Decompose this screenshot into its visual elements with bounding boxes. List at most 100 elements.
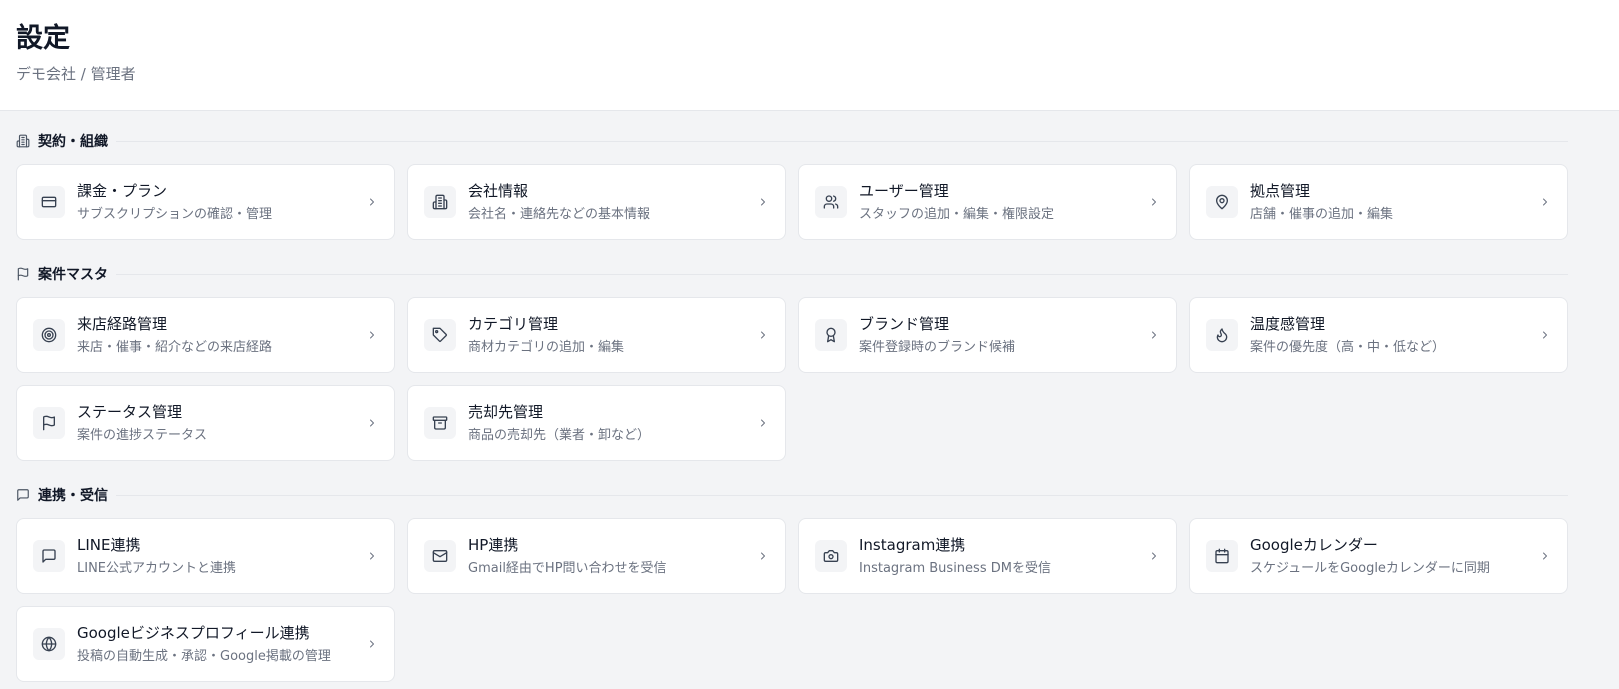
chevron-right-icon xyxy=(366,638,378,650)
message-icon xyxy=(16,488,30,502)
card-title: LINE連携 xyxy=(77,535,141,554)
card-text: Instagram連携 Instagram Business DMを受信 xyxy=(859,535,1148,578)
card-description: 案件の進捗ステータス xyxy=(77,427,208,443)
section-header: 契約・組織 xyxy=(16,131,1568,151)
flag-icon xyxy=(33,407,65,439)
settings-card[interactable]: Googleビジネスプロフィール連携投稿の自動生成・承認・Google掲載の管理 xyxy=(16,606,395,682)
credit-card-icon xyxy=(33,186,65,218)
chevron-right-icon xyxy=(757,196,769,208)
calendar-icon xyxy=(1206,540,1238,572)
map-pin-icon xyxy=(1206,186,1238,218)
page-subtitle: デモ会社 / 管理者 xyxy=(16,65,136,83)
settings-section: 連携・受信 LINE連携 LINE公式アカウントと連携 HP連携 Gmail経由でHP問… xyxy=(16,485,1568,682)
settings-card[interactable]: 売却先管理商品の売却先（業者・卸など） xyxy=(407,385,786,461)
card-description: 商材カテゴリの追加・編集 xyxy=(468,339,625,355)
card-description: 案件登録時のブランド候補 xyxy=(859,339,1016,355)
building-icon xyxy=(16,134,30,148)
card-text: 課金・プランサブスクリプションの確認・管理 xyxy=(77,181,366,224)
settings-card[interactable]: 会社情報 会社名・連絡先などの基本情報 xyxy=(407,164,786,240)
card-description: スケジュールをGoogleカレンダーに同期 xyxy=(1250,560,1490,576)
chevron-right-icon xyxy=(366,417,378,429)
card-description: 商品の売却先（業者・卸など） xyxy=(468,427,651,443)
card-title: HP連携 xyxy=(468,535,519,554)
settings-card[interactable]: LINE連携 LINE公式アカウントと連携 xyxy=(16,518,395,594)
section-title: 案件マスタ xyxy=(38,267,108,283)
card-description: LINE公式アカウントと連携 xyxy=(77,560,237,576)
settings-card[interactable]: GoogleカレンダースケジュールをGoogleカレンダーに同期 xyxy=(1189,518,1568,594)
settings-card[interactable]: カテゴリ管理商材カテゴリの追加・編集 xyxy=(407,297,786,373)
chevron-right-icon xyxy=(1148,196,1160,208)
chevron-right-icon xyxy=(757,550,769,562)
settings-card[interactable]: 拠点管理店舗・催事の追加・編集 xyxy=(1189,164,1568,240)
card-title: Googleビジネスプロフィール連携 xyxy=(77,623,310,642)
card-text: 来店経路管理来店・催事・紹介などの来店経路 xyxy=(77,314,366,357)
card-title: ブランド管理 xyxy=(859,314,950,333)
settings-card[interactable]: 課金・プランサブスクリプションの確認・管理 xyxy=(16,164,395,240)
card-title: Googleカレンダー xyxy=(1250,535,1378,554)
settings-card[interactable]: 来店経路管理来店・催事・紹介などの来店経路 xyxy=(16,297,395,373)
settings-card[interactable]: ブランド管理案件登録時のブランド候補 xyxy=(798,297,1177,373)
chevron-right-icon xyxy=(1148,329,1160,341)
card-title: ユーザー管理 xyxy=(859,181,949,200)
settings-card[interactable]: 温度感管理案件の優先度（高・中・低など） xyxy=(1189,297,1568,373)
chevron-right-icon xyxy=(1148,550,1160,562)
section-header: 連携・受信 xyxy=(16,485,1568,505)
flame-icon xyxy=(1206,319,1238,351)
chevron-right-icon xyxy=(1539,550,1551,562)
card-title: カテゴリ管理 xyxy=(468,314,559,333)
card-text: 拠点管理店舗・催事の追加・編集 xyxy=(1250,181,1539,224)
chevron-right-icon xyxy=(757,329,769,341)
section-header: 案件マスタ xyxy=(16,264,1568,284)
section-title: 連携・受信 xyxy=(38,488,108,504)
building-icon xyxy=(424,186,456,218)
settings-card[interactable]: HP連携 Gmail経由でHP問い合わせを受信 xyxy=(407,518,786,594)
card-text: GoogleカレンダースケジュールをGoogleカレンダーに同期 xyxy=(1250,535,1539,578)
card-description: 店舗・催事の追加・編集 xyxy=(1250,206,1394,222)
card-description: 案件の優先度（高・中・低など） xyxy=(1250,339,1446,355)
chevron-right-icon xyxy=(1539,196,1551,208)
card-description: Gmail経由でHP問い合わせを受信 xyxy=(468,560,667,576)
settings-section: 契約・組織 課金・プラン サブスクリプションの確認・管理 会社情報 会社名・連絡先などの… xyxy=(16,131,1568,240)
settings-card[interactable]: Instagram連携 Instagram Business DMを受信 xyxy=(798,518,1177,594)
mail-icon xyxy=(424,540,456,572)
tag-icon xyxy=(424,319,456,351)
card-title: 温度感管理 xyxy=(1250,314,1326,333)
card-title: 売却先管理 xyxy=(468,402,544,421)
page-header: 設定 デモ会社 / 管理者 xyxy=(0,0,1619,111)
chevron-right-icon xyxy=(366,550,378,562)
section-title: 契約・組織 xyxy=(38,134,108,150)
settings-card[interactable]: ステータス管理 案件の進捗ステータス xyxy=(16,385,395,461)
card-description: 投稿の自動生成・承認・Google掲載の管理 xyxy=(77,648,331,664)
card-title: Instagram連携 xyxy=(859,535,966,554)
card-title: 会社情報 xyxy=(468,181,529,200)
card-description: スタッフの追加・編集・権限設定 xyxy=(859,206,1055,222)
card-text: HP連携 Gmail経由でHP問い合わせを受信 xyxy=(468,535,757,578)
flag-icon xyxy=(16,267,30,281)
card-title: 拠点管理 xyxy=(1250,181,1311,200)
card-text: 温度感管理案件の優先度（高・中・低など） xyxy=(1250,314,1539,357)
card-text: LINE連携 LINE公式アカウントと連携 xyxy=(77,535,366,578)
settings-card-grid: 課金・プラン サブスクリプションの確認・管理 会社情報 会社名・連絡先などの基本情報 ユ… xyxy=(16,164,1568,240)
users-icon xyxy=(815,186,847,218)
section-divider xyxy=(116,273,1568,275)
settings-card-grid: LINE連携 LINE公式アカウントと連携 HP連携 Gmail経由でHP問い合わせを… xyxy=(16,518,1568,682)
card-description: サブスクリプションの確認・管理 xyxy=(77,206,273,222)
target-icon xyxy=(33,319,65,351)
chevron-right-icon xyxy=(1539,329,1551,341)
settings-content: 契約・組織 課金・プラン サブスクリプションの確認・管理 会社情報 会社名・連絡先などの… xyxy=(0,131,1584,682)
camera-icon xyxy=(815,540,847,572)
chevron-right-icon xyxy=(366,329,378,341)
section-divider xyxy=(116,140,1568,142)
card-description: 来店・催事・紹介などの来店経路 xyxy=(77,339,273,355)
card-text: カテゴリ管理商材カテゴリの追加・編集 xyxy=(468,314,757,357)
settings-card[interactable]: ユーザー管理スタッフの追加・編集・権限設定 xyxy=(798,164,1177,240)
card-text: ブランド管理案件登録時のブランド候補 xyxy=(859,314,1148,357)
chevron-right-icon xyxy=(366,196,378,208)
card-text: ステータス管理 案件の進捗ステータス xyxy=(77,402,366,445)
card-title: 課金・プラン xyxy=(77,181,168,200)
page-title: 設定 xyxy=(16,23,70,54)
globe-icon xyxy=(33,628,65,660)
card-title: 来店経路管理 xyxy=(77,314,168,333)
settings-section: 案件マスタ来店経路管理来店・催事・紹介などの来店経路 カテゴリ管理商材カテゴリの追… xyxy=(16,264,1568,461)
card-text: ユーザー管理スタッフの追加・編集・権限設定 xyxy=(859,181,1148,224)
